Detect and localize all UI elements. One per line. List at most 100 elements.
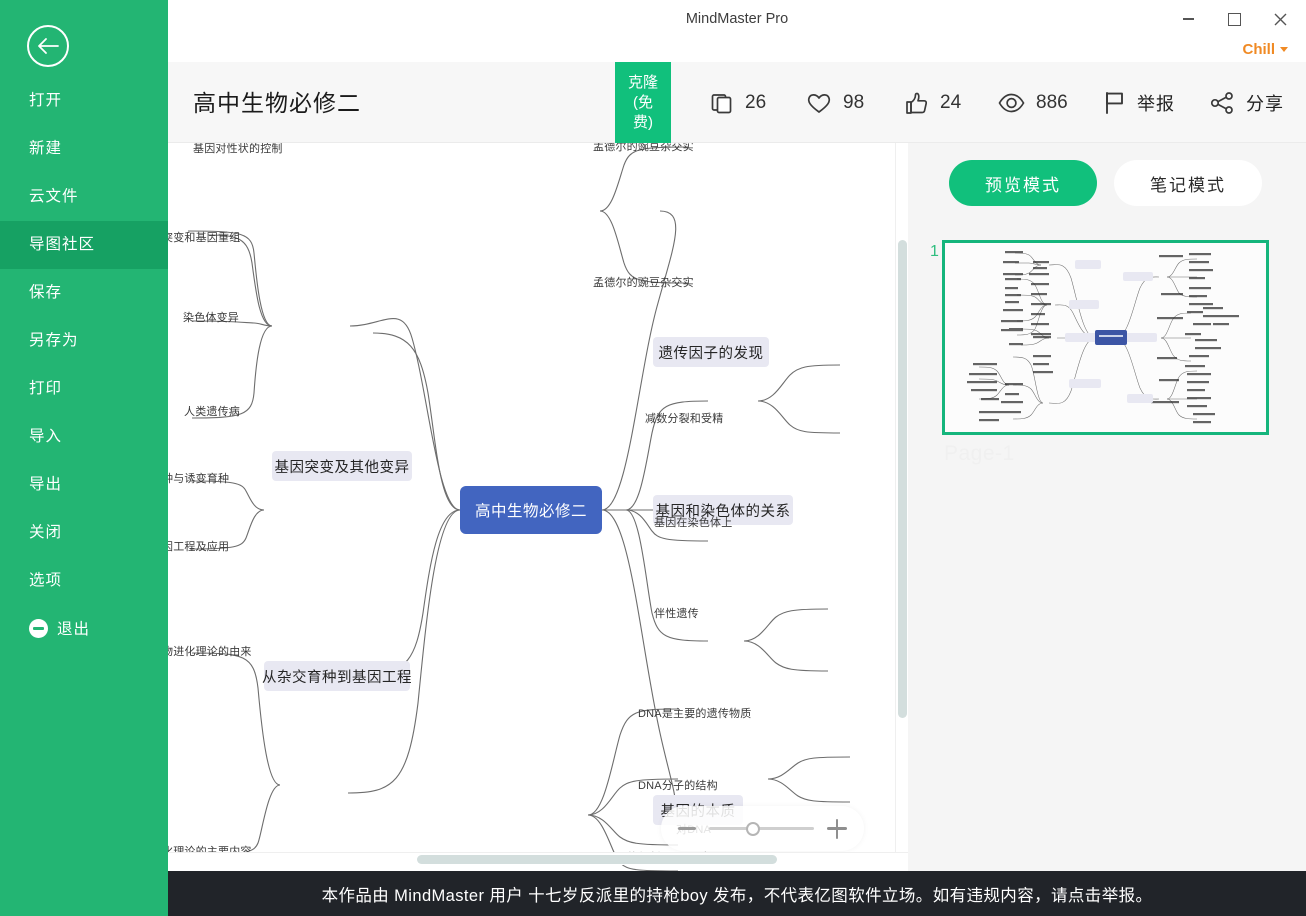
document-header: 高中生物必修二 克隆 (免 费) 26 98 24 886 举报 分享 [168,62,1306,143]
sidebar-item-label: 导入 [29,428,63,445]
window-title: MindMaster Pro [685,11,789,27]
zoom-slider-handle[interactable] [746,821,760,836]
mindmap-leaf[interactable]: 基因对性状的控制 [193,143,283,156]
like-count[interactable]: 98 [806,86,864,120]
maximize-button[interactable] [1214,4,1254,34]
report-label: 举报 [1137,94,1175,114]
close-icon [1274,13,1286,25]
mindmap-leaf[interactable]: 人类遗传病 [184,403,240,419]
application-window: 打开新建云文件导图社区保存另存为打印导入导出关闭选项 退出 MindMaster… [0,0,1306,916]
clone-button[interactable]: 克隆 (免 费) [615,62,671,143]
mindmap-leaf[interactable]: 孟德尔的豌豆杂交实 [593,274,694,290]
chevron-down-icon [1280,46,1288,52]
sidebar-item-3[interactable]: 导图社区 [0,221,168,269]
share-label: 分享 [1246,94,1284,114]
horizontal-scrollbar[interactable] [168,852,908,865]
sidebar-item-exit[interactable]: 退出 [0,604,168,652]
page-index-label: 1 [930,243,939,260]
sidebar-item-label: 云文件 [29,188,79,205]
mindmap-leaf[interactable]: DNA是主要的遗传物质 [638,705,751,721]
like-count-value: 98 [843,92,865,113]
sidebar: 打开新建云文件导图社区保存另存为打印导入导出关闭选项 退出 [0,0,168,916]
share-button[interactable]: 分享 [1210,86,1284,120]
sidebar-item-1[interactable]: 新建 [0,125,168,173]
sidebar-item-label: 选项 [29,572,63,589]
page-title: 高中生物必修二 [193,90,361,116]
sidebar-item-label: 打印 [29,380,63,397]
mindmap-node-left-2[interactable]: 从杂交育种到基因工程 [262,661,412,691]
clone-label-line3: 费) [633,113,653,131]
title-bar: MindMaster Pro [168,0,1306,38]
page-label: Page-1 [944,442,1015,465]
mindmap-leaf[interactable]: 染色体变异 [183,309,239,325]
thumbnail-mindmap [945,243,1266,432]
mindmap-node-right-1[interactable]: 遗传因子的发现 [653,337,769,367]
disclaimer-text: 本作品由 MindMaster 用户 十七岁反派里的持枪boy 发布，不代表亿图… [321,886,1153,905]
user-name: Chill [1242,40,1276,58]
exit-icon [29,618,48,638]
report-button[interactable]: 举报 [1104,86,1175,120]
sidebar-item-9[interactable]: 关闭 [0,509,168,557]
mode-tabs: 预览模式 笔记模式 [949,160,1262,206]
thumbs-up-icon [906,92,928,114]
zoom-in-icon[interactable] [827,818,847,839]
sidebar-item-label: 打开 [29,92,63,109]
sidebar-item-label: 导出 [29,476,63,493]
mindmap-leaf[interactable]: 因工程及应用 [168,538,229,554]
clone-label-line2: (免 [633,93,653,111]
sidebar-item-10[interactable]: 选项 [0,557,168,605]
page-thumbnail[interactable] [942,240,1269,435]
side-preview-panel: 预览模式 笔记模式 1 Page-1 [908,143,1306,871]
zoom-slider-bar[interactable] [661,806,864,851]
mindmap-leaf[interactable]: 突变和基因重组 [168,229,240,245]
horizontal-scrollbar-thumb[interactable] [417,855,777,864]
disclaimer-banner: 本作品由 MindMaster 用户 十七岁反派里的持枪boy 发布，不代表亿图… [168,871,1306,916]
minimize-button[interactable] [1168,4,1208,34]
sidebar-item-label: 导图社区 [29,236,96,253]
mindmap-canvas[interactable]: 高中生物必修二 基因突变及其他变异 从杂交育种到基因工程 现代生物进化理论 遗传… [168,143,908,871]
back-arrow-icon [38,38,59,54]
clone-label-line1: 克隆 [627,73,658,91]
sidebar-item-0[interactable]: 打开 [0,77,168,125]
sidebar-item-label: 关闭 [29,524,63,541]
mindmap-leaf[interactable]: 减数分裂和受精 [645,410,723,426]
sidebar-item-label: 另存为 [29,332,79,349]
view-count[interactable]: 886 [998,86,1068,120]
back-button[interactable] [27,25,69,67]
sidebar-item-2[interactable]: 云文件 [0,173,168,221]
mindmap-leaf[interactable]: 基因在染色体上 [654,514,732,530]
sidebar-item-4[interactable]: 保存 [0,269,168,317]
zoom-slider-track[interactable] [709,821,814,836]
view-count-value: 886 [1036,92,1068,113]
copy-count[interactable]: 26 [710,86,766,120]
sidebar-item-7[interactable]: 导入 [0,413,168,461]
copy-icon [711,94,732,114]
sidebar-menu: 打开新建云文件导图社区保存另存为打印导入导出关闭选项 [0,77,168,605]
sidebar-item-label: 新建 [29,140,63,157]
thumbs-up-count[interactable]: 24 [904,86,961,120]
share-icon [1210,92,1233,114]
mindmap-leaf[interactable]: 物进化理论的由来 [168,643,252,659]
mindmap-leaf[interactable]: 种与诱变育种 [168,470,229,486]
sidebar-item-label-exit: 退出 [57,621,91,638]
mindmap-node-left-1[interactable]: 基因突变及其他变异 [272,451,412,481]
mindmap-leaf[interactable]: 伴性遗传 [654,605,699,621]
tab-preview-mode[interactable]: 预览模式 [949,160,1097,206]
sidebar-item-5[interactable]: 另存为 [0,317,168,365]
mindmap-leaf[interactable]: DNA分子的结构 [638,777,718,793]
sidebar-item-6[interactable]: 打印 [0,365,168,413]
copy-count-value: 26 [745,92,767,113]
user-menu[interactable]: Chill [1242,38,1288,60]
vertical-scrollbar-thumb[interactable] [898,240,907,718]
tab-note-mode[interactable]: 笔记模式 [1114,160,1262,206]
sidebar-item-label: 保存 [29,284,63,301]
vertical-scrollbar[interactable] [895,143,908,856]
sidebar-item-8[interactable]: 导出 [0,461,168,509]
flag-icon [1106,92,1123,114]
close-button[interactable] [1260,4,1300,34]
eye-icon [998,93,1025,113]
mindmap-root-node[interactable]: 高中生物必修二 [460,486,602,534]
heart-icon [807,94,831,113]
mindmap-leaf[interactable]: 孟德尔的豌豆杂交实 [593,143,694,154]
zoom-out-icon[interactable] [678,827,696,830]
